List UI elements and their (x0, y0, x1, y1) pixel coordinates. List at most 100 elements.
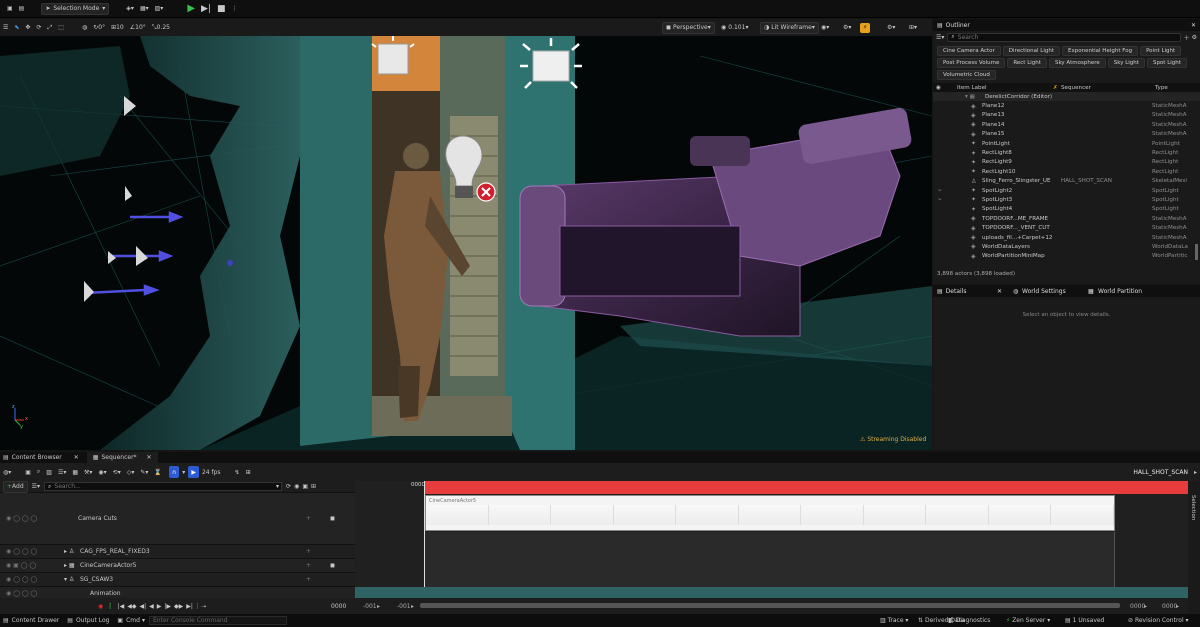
list-icon[interactable]: ☰▾ (55, 466, 69, 478)
outliner-row[interactable]: ⌣ ✦ SpotLight2 SpotLight (933, 186, 1200, 195)
outliner-row[interactable]: ◈ WorldPartitionMiniMap WorldPartitic (933, 252, 1200, 261)
camera-cuts-track[interactable]: ◉ ◯ ◯ ◯ Camera Cuts + ◼ (0, 493, 355, 545)
outliner-row[interactable]: ✦ RectLight10 RectLight (933, 167, 1200, 176)
key-icon[interactable]: ◇▾ (124, 466, 138, 478)
track-row[interactable]: ◉ ▣ ◯ ◯ ▸ ▦ CineCameraActor5 + ◼ (0, 559, 355, 573)
track-toggle-icons[interactable]: ◉ ▣ ◯ ◯ (6, 562, 36, 569)
working-range-start[interactable]: -001 (397, 603, 411, 610)
chevron-right-icon[interactable]: ▸ (1194, 469, 1197, 476)
rotation-snap[interactable]: ↻ 0° (90, 22, 108, 34)
outliner-row[interactable]: ♙ Sling_Ferro_Slingster_UE HALL_SHOT_SCAN S… (933, 177, 1200, 186)
surface-snap-icon[interactable]: ⬚ (55, 22, 67, 34)
filter-icon[interactable]: ☰▾ (32, 483, 40, 490)
save-icon[interactable]: ▣ (22, 466, 34, 478)
add-track-button[interactable]: + Add (3, 480, 28, 493)
timeline-scrollbar[interactable] (420, 603, 1120, 608)
zen-server-button[interactable]: ⚡ Zen Server ▾ (1006, 617, 1050, 624)
diagnostics-button[interactable]: ◧ Diagnostics (948, 617, 990, 624)
cmd-dropdown[interactable]: Cmd (126, 617, 140, 624)
next-key-icon[interactable]: ◆▶ (174, 603, 183, 610)
view-range-start[interactable]: -001 (363, 603, 377, 610)
curve-editor-icon[interactable]: ↯ (232, 466, 243, 478)
grid-icon[interactable]: ⊞ (243, 466, 254, 478)
track-toggle-icons[interactable]: ◉ ◯ ◯ ◯ (6, 548, 37, 555)
current-frame[interactable]: 0000 (331, 603, 346, 610)
filter-chip[interactable]: Volumetric Cloud (937, 70, 996, 80)
set-end-icon[interactable]: ] (196, 603, 198, 610)
filter-icon[interactable]: ☰▾ (936, 34, 944, 41)
track-toggle-icons[interactable]: ◉ ◯ ◯ ◯ (6, 576, 37, 583)
more-options-icon[interactable]: ⋮ (229, 3, 241, 15)
close-icon[interactable]: ✕ (997, 288, 1002, 295)
stop-icon[interactable]: ■ (214, 3, 229, 15)
level-viewport[interactable]: z x y ⚠ Streaming Disabled (0, 36, 932, 450)
outliner-row[interactable]: ◈ TOPDOORF...ME_FRAME StaticMeshA (933, 214, 1200, 223)
fps-dropdown[interactable]: 24 fps (199, 466, 224, 478)
viewport-menu-icon[interactable]: ☰ (0, 22, 11, 34)
play-icon[interactable]: ▶ (157, 603, 162, 610)
output-log-button[interactable]: Output Log (76, 617, 109, 624)
content-icon[interactable]: ▤ (16, 3, 28, 15)
tab-sequencer[interactable]: ▦ Sequencer * ✕ (86, 452, 158, 463)
track-expand-icon[interactable]: ▸ ▦ (64, 562, 75, 569)
filter-chip[interactable]: Post Process Volume (937, 58, 1006, 68)
tab-content-browser[interactable]: Content Browser (12, 454, 62, 461)
sync-icon[interactable]: ⟳ (286, 483, 291, 490)
content-drawer-button[interactable]: Content Drawer (12, 617, 60, 624)
outliner-search-input[interactable]: ⌕ Search (947, 32, 1181, 42)
save-icon[interactable]: ▣ (4, 3, 16, 15)
warning-icon[interactable]: ⚡ (860, 22, 871, 33)
timeline[interactable]: 0000 CineCameraActor5 (355, 481, 1188, 598)
blueprint-icon[interactable]: ▦▾ (137, 3, 152, 15)
view-mode-dropdown[interactable]: ◑ Lit Wireframe ▾ (760, 21, 819, 34)
filter-chip[interactable]: Rect Light (1007, 58, 1047, 68)
track-expand-icon[interactable]: ▸ ♙ (64, 548, 74, 555)
close-icon[interactable]: ✕ (147, 454, 152, 461)
view-range-end[interactable]: 0000 (1162, 603, 1177, 610)
outliner-row[interactable]: ✦ RectLight8 RectLight (933, 148, 1200, 157)
add-icon[interactable]: ＋ (1184, 33, 1190, 42)
track-row[interactable]: ◉ ◯ ◯ ◯ ▾ ♙ SG_CSAW3 + (0, 573, 355, 587)
outliner-row[interactable]: ◈ TOPDOORF..._VENT_CUT StaticMeshA (933, 223, 1200, 232)
tab-world-partition[interactable]: World Partition (1098, 288, 1142, 295)
visibility-icon[interactable]: ◉ (294, 483, 299, 490)
render-icon[interactable]: ▨ (43, 466, 55, 478)
add-subtrack-icon[interactable]: + (306, 548, 311, 555)
show-flags-icon[interactable]: ◉▾ (818, 22, 832, 34)
camera-icon[interactable]: ◼ (330, 515, 335, 522)
selection-sidebar[interactable]: Selection (1188, 481, 1200, 614)
header-type[interactable]: Type (1155, 85, 1168, 91)
grid-snap[interactable]: ⊞ 10 (108, 22, 127, 34)
track-search-input[interactable]: ⌕ Search... ▾ (44, 482, 283, 491)
outliner-row[interactable]: ✦ PointLight PointLight (933, 139, 1200, 148)
cinematics-icon[interactable]: ▨▾ (152, 3, 167, 15)
settings-icon[interactable]: ⚙▾ (884, 22, 898, 34)
key-options-icon[interactable]: ⚒▾ (81, 466, 95, 478)
timewarp-icon[interactable]: ⌛ (151, 466, 164, 478)
angle-snap[interactable]: ∠ 10° (127, 22, 149, 34)
browse-icon[interactable]: ⌕ (34, 466, 43, 478)
world-icon[interactable]: ◍ (79, 22, 90, 34)
loop-icon[interactable]: ⇢ (201, 603, 206, 610)
settings-icon[interactable]: ⚙ (1192, 34, 1197, 41)
revision-control-button[interactable]: ⊘ Revision Control ▾ (1128, 617, 1189, 624)
header-item-label[interactable]: Item Label (957, 85, 987, 91)
track-row[interactable]: ◉ ◯ ◯ ◯ ▸ ♙ CAG_FPS_REAL_FIXED3 + (0, 545, 355, 559)
prev-key-icon[interactable]: ◀◆ (127, 603, 136, 610)
track-toggle-icons[interactable]: ◉ ◯ ◯ ◯ (6, 515, 37, 522)
hidden-eye-icon[interactable]: ⌣ (938, 196, 942, 203)
filter-chip[interactable]: Spot Light (1146, 58, 1187, 68)
hidden-eye-icon[interactable]: ⌣ (938, 187, 942, 194)
step-back-icon[interactable]: ◀| (139, 603, 146, 610)
translate-icon[interactable]: ✥ (22, 22, 33, 34)
step-icon[interactable]: ▶| (198, 3, 214, 15)
play-icon[interactable]: ▶ (184, 3, 198, 15)
playback-icon[interactable]: ⟲▾ (110, 466, 124, 478)
camera-add-icon[interactable]: ▦ (69, 466, 81, 478)
outliner-row[interactable]: ◈ uploads_fil...+Carpet+12 StaticMeshA (933, 233, 1200, 242)
world-icon[interactable]: ◍▾ (0, 466, 14, 478)
curve-icon[interactable]: ✎▾ (137, 466, 151, 478)
rotate-icon[interactable]: ⟳ (33, 22, 44, 34)
lock-icon[interactable]: ▣ (302, 483, 308, 490)
add-subtrack-icon[interactable]: + (306, 562, 311, 569)
